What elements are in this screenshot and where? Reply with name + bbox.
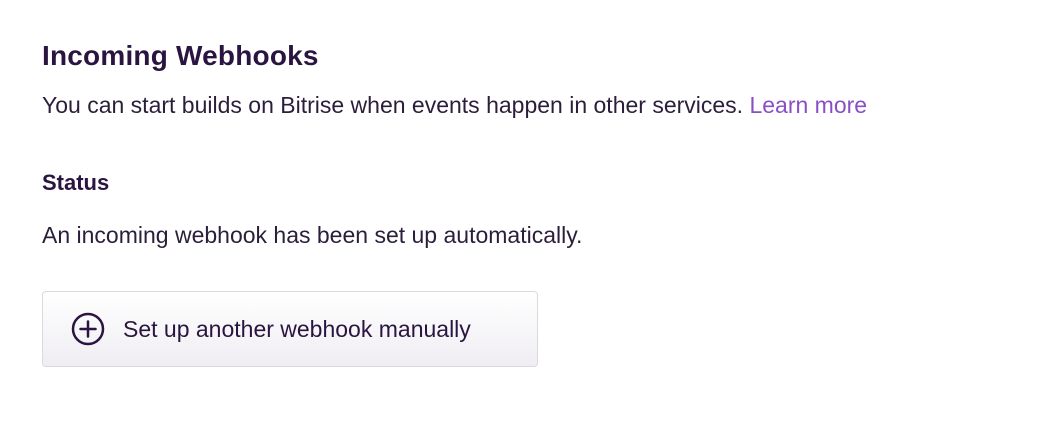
learn-more-link[interactable]: Learn more [749, 92, 867, 118]
setup-webhook-button-label: Set up another webhook manually [123, 315, 471, 342]
plus-circle-icon [71, 312, 105, 346]
webhooks-section: Incoming Webhooks You can start builds o… [0, 0, 1064, 426]
description-text: You can start builds on Bitrise when eve… [42, 92, 744, 118]
status-text: An incoming webhook has been set up auto… [42, 222, 583, 248]
status-heading: Status [42, 170, 110, 195]
page-title: Incoming Webhooks [42, 40, 319, 71]
webhooks-description: You can start builds on Bitrise when eve… [42, 92, 867, 119]
setup-webhook-button[interactable]: Set up another webhook manually [42, 291, 538, 367]
